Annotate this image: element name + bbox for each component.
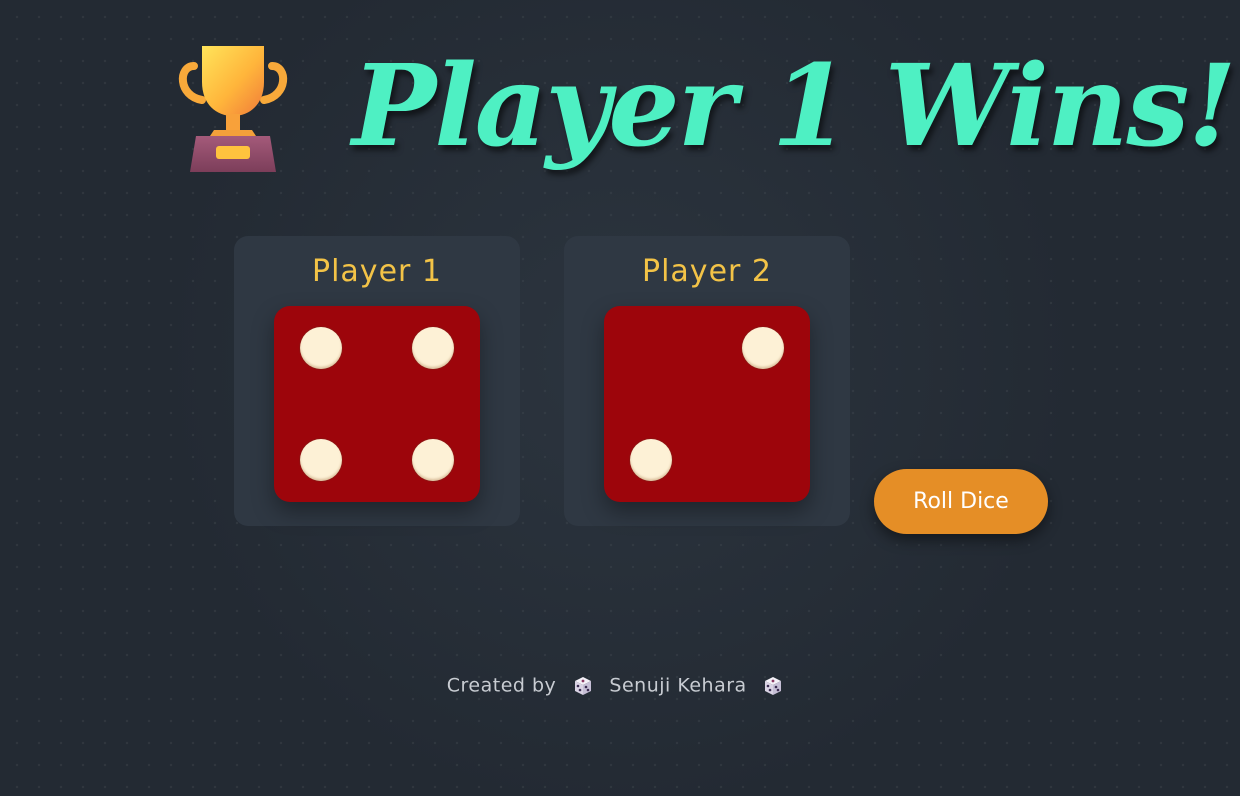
- player-2-card: Player 2: [564, 236, 850, 526]
- player-2-die: [604, 306, 810, 502]
- footer-prefix: Created by: [446, 674, 557, 697]
- die-pip: [630, 439, 672, 481]
- trophy-icon: [178, 46, 288, 172]
- die-pip: [300, 327, 342, 369]
- winner-title: Player 1 Wins!: [352, 41, 1237, 172]
- die-pip: [412, 327, 454, 369]
- die-pip: [300, 439, 342, 481]
- player-1-label: Player 1: [312, 254, 442, 289]
- game-die-icon: [574, 676, 591, 695]
- die-pip: [412, 439, 454, 481]
- footer-author: Senuji Kehara: [609, 674, 747, 697]
- player-1-die: [274, 306, 480, 502]
- footer-credit: Created by Senuji Kehara: [0, 674, 1240, 697]
- player-2-label: Player 2: [642, 254, 772, 289]
- player-1-card: Player 1: [234, 236, 520, 526]
- die-pip: [742, 327, 784, 369]
- roll-dice-button[interactable]: Roll Dice: [874, 469, 1048, 534]
- game-die-icon: [765, 676, 782, 695]
- title-row: Player 1 Wins!: [0, 28, 1240, 198]
